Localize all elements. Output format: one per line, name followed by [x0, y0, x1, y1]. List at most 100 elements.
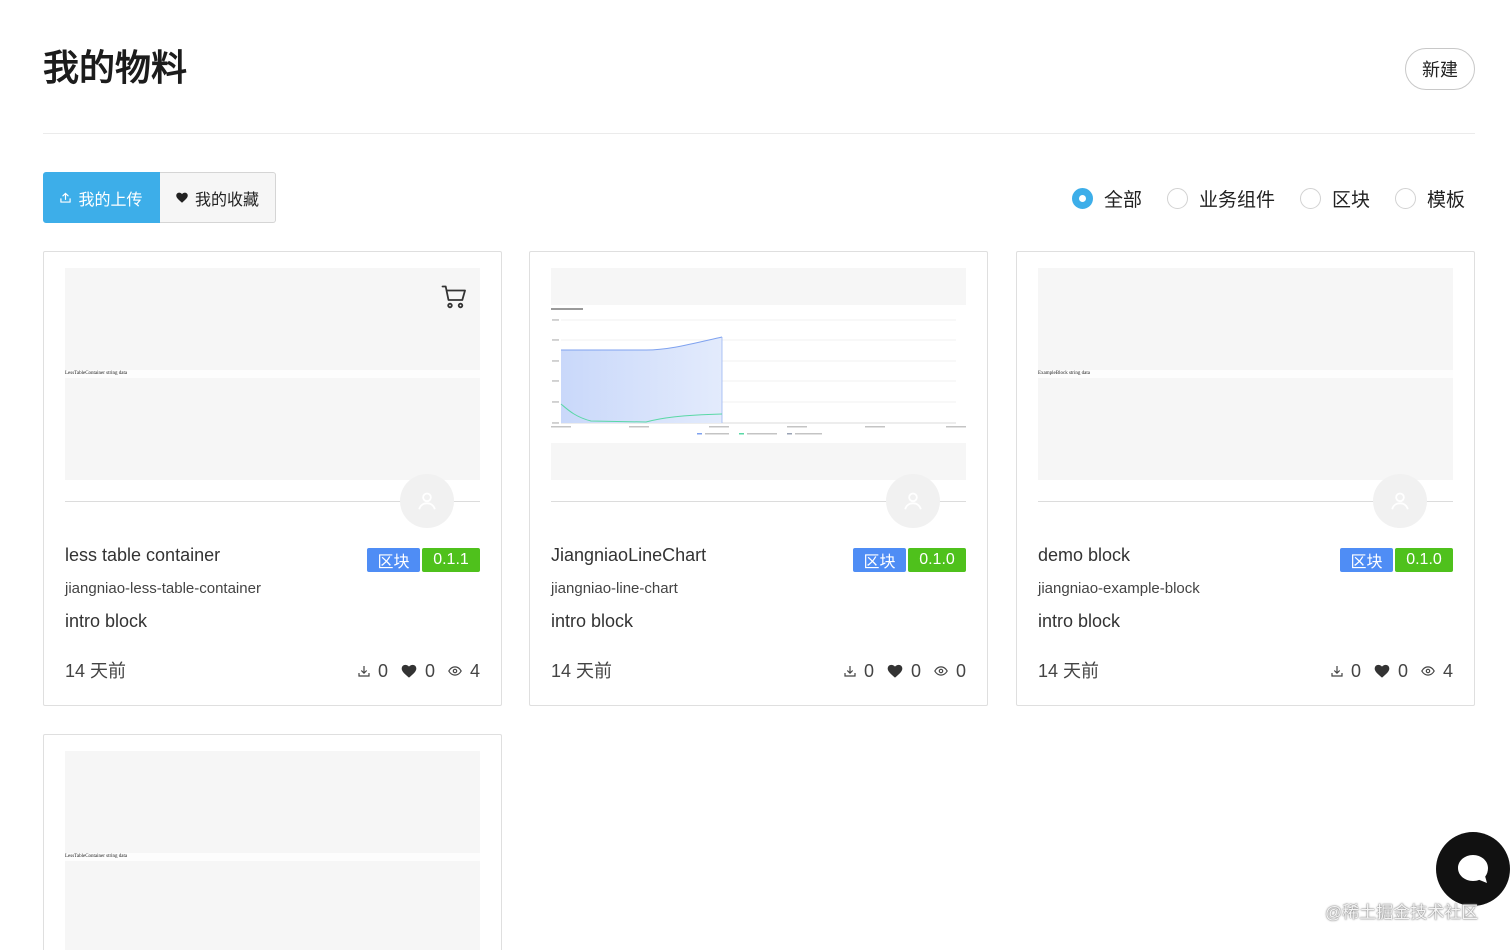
upload-icon [60, 192, 72, 203]
material-card[interactable]: LessTableContainer string data less tabl… [43, 251, 502, 706]
view-value: 4 [1442, 660, 1453, 681]
card-tags: 区块 0.1.0 [1340, 548, 1453, 572]
like-value: 0 [910, 660, 921, 681]
author-avatar[interactable] [1373, 474, 1427, 528]
heart-icon [401, 664, 417, 678]
package-name: jiangniao-example-block [1038, 580, 1200, 597]
filter-block[interactable]: 区块 [1300, 185, 1370, 212]
filter-template[interactable]: 模板 [1395, 185, 1465, 212]
thumb-y-labels [552, 319, 559, 424]
package-name: jiangniao-less-table-container [65, 580, 261, 597]
view-count: 4 [448, 661, 480, 682]
heart-icon [887, 664, 903, 678]
card-stats: 0 0 4 [1331, 659, 1453, 683]
card-title: demo block [1038, 545, 1131, 565]
card-stats: 0 0 4 [358, 659, 480, 683]
preview-block [1038, 268, 1453, 370]
preview-block [551, 268, 966, 305]
package-name: jiangniao-line-chart [551, 580, 678, 597]
like-value: 0 [424, 660, 435, 681]
tab-my-favorites[interactable]: 我的收藏 [160, 172, 276, 223]
material-card[interactable]: JiangniaoLineChart 区块 0.1.0 jiangniao-li… [529, 251, 988, 706]
updated-time: 14 天前 [65, 661, 127, 681]
filter-label: 模板 [1427, 189, 1466, 211]
thumb-title-placeholder [551, 308, 583, 310]
material-card[interactable]: ExampleBlock string data demo block 区块 0… [1016, 251, 1475, 706]
type-tag: 区块 [853, 548, 906, 572]
eye-icon [1421, 666, 1435, 676]
header-divider [43, 133, 1475, 134]
user-icon [418, 492, 436, 510]
updated-time: 14 天前 [1038, 661, 1100, 681]
filter-label: 业务组件 [1199, 189, 1276, 211]
filter-label: 全部 [1104, 189, 1143, 211]
heart-icon [1374, 664, 1390, 678]
page-title: 我的物料 [43, 47, 188, 88]
download-value: 0 [377, 660, 388, 681]
preview-block [65, 861, 480, 950]
download-icon [358, 666, 370, 677]
card-preview-image: ExampleBlock string data [1038, 268, 1453, 480]
material-card[interactable]: LessTableContainer string data [43, 734, 502, 950]
preview-caption: ExampleBlock string data [1038, 371, 1090, 376]
user-icon [1391, 492, 1409, 510]
card-preview-image: LessTableContainer string data [65, 268, 480, 480]
user-icon [904, 492, 922, 510]
thumb-x-labels [551, 426, 966, 428]
card-intro: intro block [65, 611, 148, 631]
radio-button[interactable] [1072, 187, 1093, 209]
card-preview-image [551, 268, 966, 480]
like-count: 0 [887, 661, 921, 682]
material-source-tabs: 我的上传 我的收藏 [43, 172, 276, 223]
version-tag: 0.1.0 [908, 548, 966, 572]
view-value: 0 [955, 660, 966, 681]
watermark: @稀土掘金技术社区 [1325, 903, 1479, 922]
tab-my-uploads[interactable]: 我的上传 [43, 172, 160, 223]
download-icon [844, 666, 856, 677]
card-intro: intro block [1038, 611, 1121, 631]
card-tags: 区块 0.1.1 [367, 548, 480, 572]
like-count: 0 [401, 661, 435, 682]
author-avatar[interactable] [886, 474, 940, 528]
preview-caption: LessTableContainer string data [65, 854, 128, 859]
card-title: JiangniaoLineChart [551, 545, 707, 565]
tab-label: 我的收藏 [194, 191, 259, 209]
author-avatar[interactable] [400, 474, 454, 528]
heart-icon [176, 192, 188, 203]
like-count: 0 [1374, 661, 1408, 682]
preview-caption: LessTableContainer string data [65, 371, 128, 376]
eye-icon [934, 666, 948, 676]
download-value: 0 [863, 660, 874, 681]
filter-all[interactable]: 全部 [1072, 185, 1142, 212]
download-count: 0 [1331, 661, 1361, 682]
type-tag: 区块 [1340, 548, 1393, 572]
chat-bubble-icon [1458, 855, 1488, 883]
card-intro: intro block [551, 611, 634, 631]
view-value: 4 [469, 660, 480, 681]
version-tag: 0.1.1 [422, 548, 480, 572]
updated-time: 14 天前 [551, 661, 613, 681]
preview-block [1038, 378, 1453, 480]
floating-chat-button[interactable] [1436, 832, 1510, 906]
view-count: 4 [1421, 661, 1453, 682]
preview-block [65, 378, 480, 480]
preview-block [65, 268, 480, 370]
radio-button[interactable] [1167, 187, 1189, 209]
download-count: 0 [358, 661, 388, 682]
eye-icon [448, 666, 462, 676]
radio-button[interactable] [1395, 187, 1417, 209]
type-tag: 区块 [367, 548, 420, 572]
filter-business-component[interactable]: 业务组件 [1167, 185, 1275, 212]
like-value: 0 [1397, 660, 1408, 681]
preview-block [65, 751, 480, 853]
card-title: less table container [65, 545, 221, 565]
download-count: 0 [844, 661, 874, 682]
radio-button[interactable] [1300, 187, 1322, 209]
card-tags: 区块 0.1.0 [853, 548, 966, 572]
line-chart-thumbnail [551, 308, 966, 435]
thumb-legend [697, 433, 822, 435]
view-count: 0 [934, 661, 966, 682]
cart-icon[interactable] [441, 284, 467, 310]
version-tag: 0.1.0 [1395, 548, 1453, 572]
create-button[interactable]: 新建 [1405, 48, 1475, 90]
